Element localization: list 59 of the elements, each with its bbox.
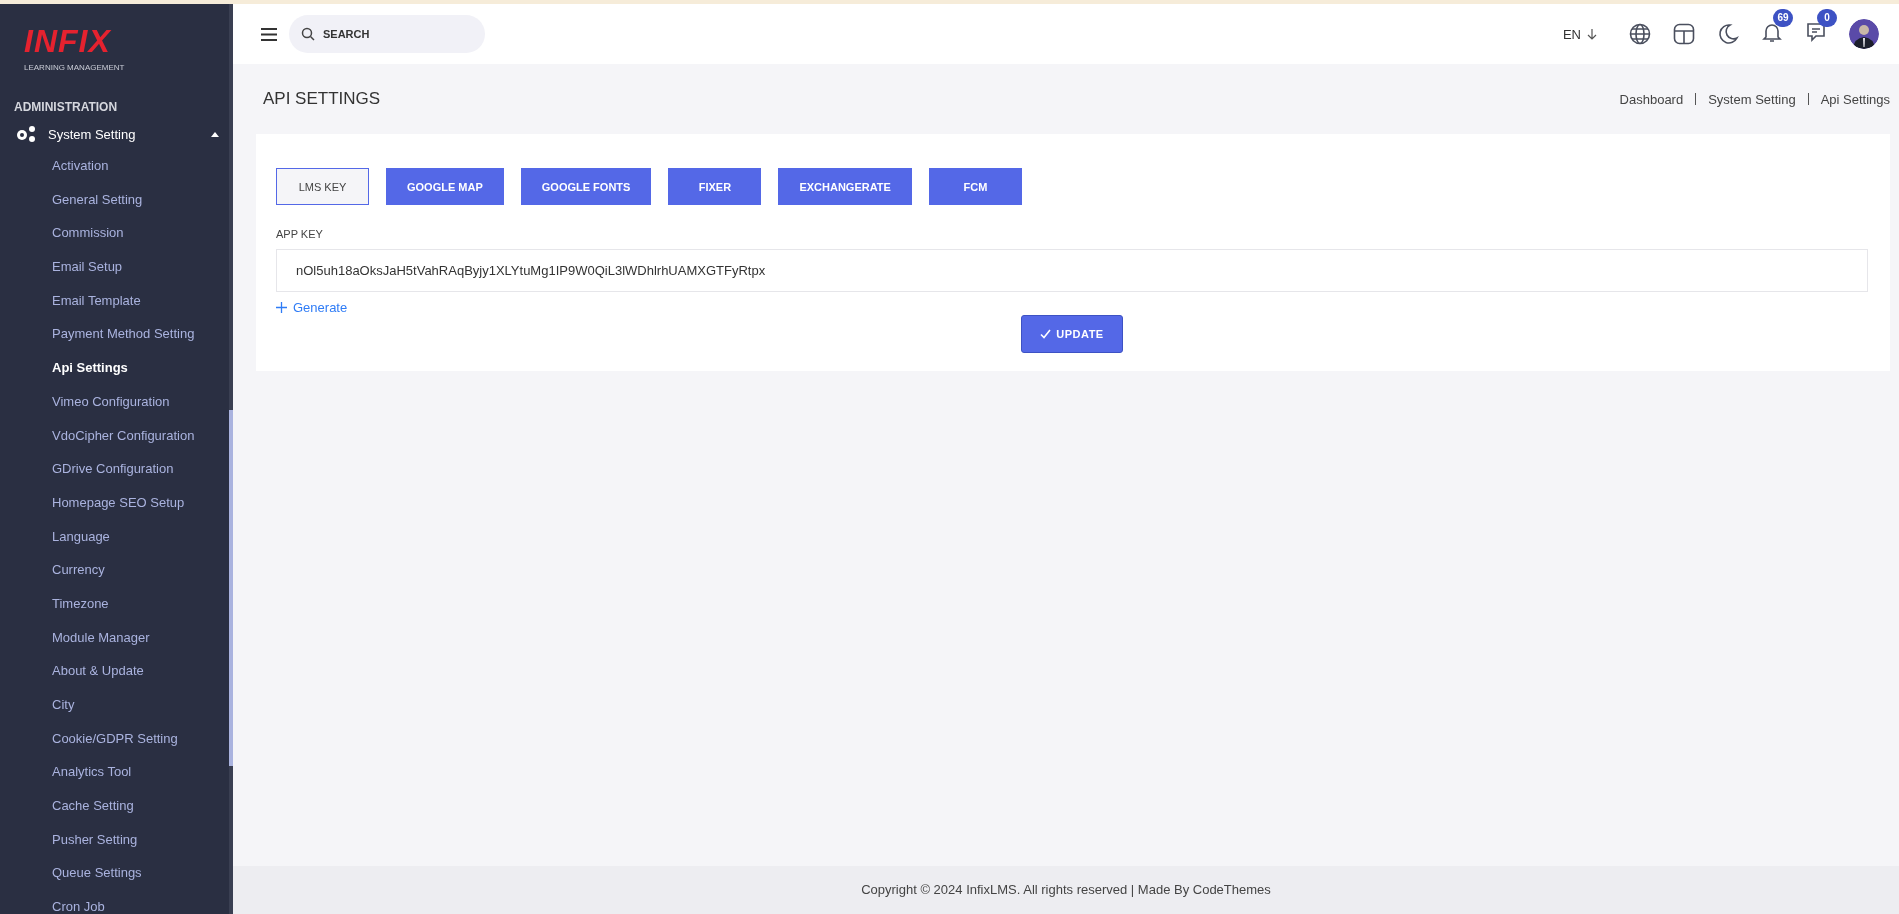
logo-wordmark: INFIX <box>24 26 112 56</box>
sidebar-item[interactable]: Homepage SEO Setup <box>0 485 185 520</box>
section-heading: ADMINISTRATION <box>14 100 118 114</box>
sidebar-item[interactable]: Vimeo Configuration <box>0 384 170 419</box>
plus-icon <box>276 302 287 313</box>
sidebar-item[interactable]: Commission <box>0 216 124 251</box>
breadcrumb-link[interactable]: Api Settings <box>1820 91 1890 107</box>
sidebar-item[interactable]: Cron Job <box>0 890 105 914</box>
breadcrumb-link[interactable]: Dashboard <box>1619 91 1684 107</box>
tab[interactable]: GOOGLE FONTS <box>520 168 652 205</box>
sidebar-item[interactable]: City <box>0 688 75 722</box>
chat-icon <box>1805 21 1827 43</box>
sidebar-item[interactable]: Cookie/GDPR Setting <box>0 721 178 756</box>
sidebar-item[interactable]: Timezone <box>0 586 109 621</box>
globe-icon <box>1629 23 1651 45</box>
menu-group-label: System Setting <box>48 126 137 142</box>
tab[interactable]: EXCHANGERATE <box>778 168 912 205</box>
moon-icon <box>1717 23 1739 45</box>
search-field[interactable]: SEARCH <box>289 15 485 53</box>
sidebar-item[interactable]: Currency <box>0 553 105 587</box>
tab[interactable]: FIXER <box>668 168 762 205</box>
sidebar-item[interactable]: Pusher Setting <box>0 822 138 857</box>
scrollbar[interactable] <box>229 4 233 914</box>
logo-tagline: LEARNING MANAGEMENT <box>24 63 125 72</box>
sidebar-item[interactable]: Cache Setting <box>0 789 134 823</box>
page-title: API SETTINGS <box>263 89 381 109</box>
footer-text: Copyright © 2024 InfixLMS. All rights reserved | Made By CodeThemes <box>233 866 1899 914</box>
sidebar-item[interactable]: Queue Settings <box>0 856 142 891</box>
layout-icon <box>1673 23 1695 45</box>
tab[interactable]: FCM <box>928 168 1022 205</box>
caret-up-icon <box>211 131 219 137</box>
menu-group[interactable]: System Setting <box>14 123 219 145</box>
sidebar-item[interactable]: General Setting <box>0 182 143 217</box>
sidebar-item[interactable]: Analytics Tool <box>0 755 132 790</box>
tab[interactable]: GOOGLE MAP <box>386 168 504 205</box>
check-icon <box>1040 329 1052 339</box>
sidebar-item[interactable]: Activation <box>0 149 109 183</box>
language-selector[interactable]: EN <box>1562 26 1597 42</box>
field-label: APP KEY <box>276 228 323 240</box>
menu-icon <box>261 27 277 41</box>
generate-link[interactable]: Generate <box>276 300 348 315</box>
search-icon <box>301 27 315 41</box>
input-field[interactable]: nOl5uh18aOksJaH5tVahRAqByjy1XLYtuMg1IP9W0QiL3lWDhlrhUAMXGTFyRtpx <box>276 249 1868 292</box>
sidebar-item[interactable]: Email Template <box>0 283 141 318</box>
sidebar-item[interactable]: Payment Method Setting <box>0 317 195 352</box>
sidebar-item[interactable]: Api Settings <box>0 351 128 385</box>
bell-icon <box>1761 21 1783 43</box>
sidebar-item[interactable]: Module Manager <box>0 620 150 655</box>
sidebar-item[interactable]: VdoCipher Configuration <box>0 418 195 453</box>
sidebar-item[interactable]: About & Update <box>0 654 144 688</box>
breadcrumb-link[interactable]: System Setting <box>1708 91 1796 107</box>
sidebar-item[interactable]: Language <box>0 519 110 554</box>
update-button[interactable]: UPDATE <box>1021 315 1123 353</box>
sidebar-item[interactable]: Email Setup <box>0 250 123 284</box>
tab[interactable]: LMS KEY <box>276 168 369 205</box>
message-count: 0 <box>1817 9 1837 27</box>
notification-count: 69 <box>1773 9 1793 27</box>
sidebar-item[interactable]: GDrive Configuration <box>0 452 174 486</box>
arrow-down-icon <box>1587 28 1597 40</box>
